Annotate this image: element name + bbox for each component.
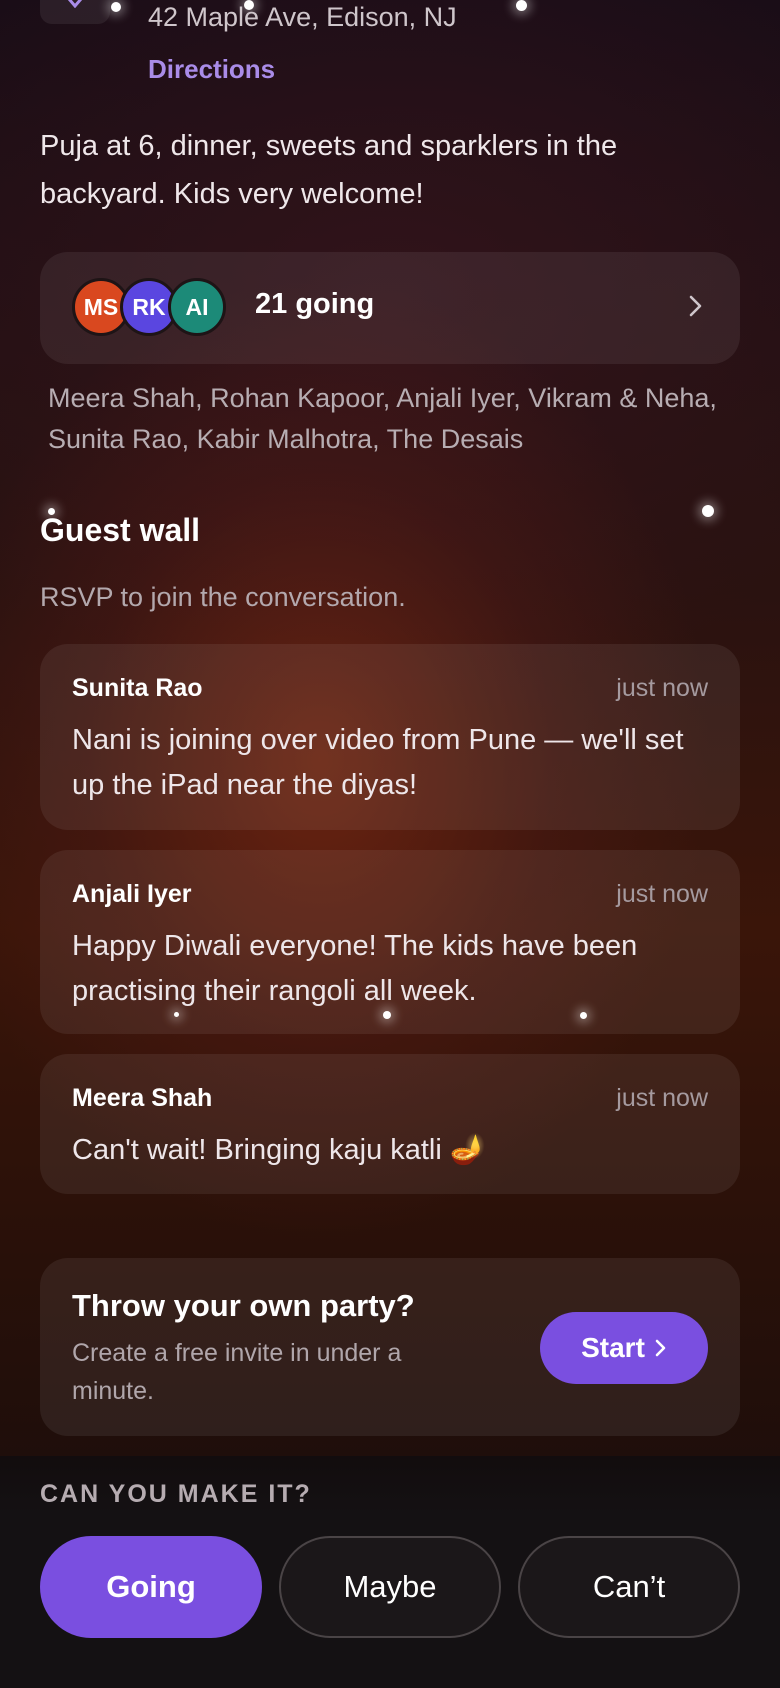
chevron-right-icon [655, 1339, 666, 1357]
comment-text: Can't wait! Bringing kaju katli 🪔 [72, 1134, 486, 1166]
guest-wall-subtitle: RSVP to join the conversation. [40, 582, 406, 612]
maybe-button[interactable]: Maybe [279, 1536, 501, 1638]
comment-text: Nani is joining over video from Pune — w… [72, 724, 684, 801]
directions-link[interactable]: Directions [148, 54, 275, 85]
comment-time: just now [616, 880, 708, 908]
event-address: 42 Maple Ave, Edison, NJ [148, 2, 457, 32]
comment-text: Happy Diwali everyone! The kids have bee… [72, 930, 638, 1007]
comment-author: Sunita Rao [72, 674, 203, 702]
guest-wall-title: Guest wall [40, 512, 201, 548]
sparkle [111, 2, 121, 12]
comment-card: Anjali Iyer just now Happy Diwali everyo… [40, 850, 740, 1034]
comment-card: Meera Shah just now Can't wait! Bringing… [40, 1054, 740, 1194]
sparkle [702, 505, 714, 517]
rsvp-bar: CAN YOU MAKE IT? Going Maybe Can’t [0, 1456, 780, 1688]
comment-author: Anjali Iyer [72, 880, 192, 908]
cant-button[interactable]: Can’t [518, 1536, 740, 1638]
avatar: AI [168, 278, 226, 336]
attendees-card[interactable]: MS RK AI 21 going [40, 252, 740, 364]
chevron-right-icon [689, 295, 702, 317]
start-button-label: Start [581, 1332, 645, 1363]
promo-card: Throw your own party? Create a free invi… [40, 1258, 740, 1436]
start-button[interactable]: Start [540, 1312, 708, 1384]
sparkle [516, 0, 527, 11]
comment-card: Sunita Rao just now Nani is joining over… [40, 644, 740, 830]
going-count: 21 going [255, 288, 375, 320]
location-icon [40, 0, 110, 24]
comment-author: Meera Shah [72, 1084, 213, 1112]
rsvp-prompt: CAN YOU MAKE IT? [40, 1480, 312, 1508]
comment-time: just now [616, 674, 708, 702]
attendee-names: Meera Shah, Rohan Kapoor, Anjali Iyer, V… [48, 383, 717, 454]
event-description: Puja at 6, dinner, sweets and sparklers … [40, 130, 618, 210]
comment-time: just now [616, 1084, 708, 1112]
going-button[interactable]: Going [40, 1536, 262, 1638]
promo-subtitle: Create a free invite in under a minute. [72, 1339, 402, 1405]
promo-title: Throw your own party? [72, 1288, 415, 1323]
